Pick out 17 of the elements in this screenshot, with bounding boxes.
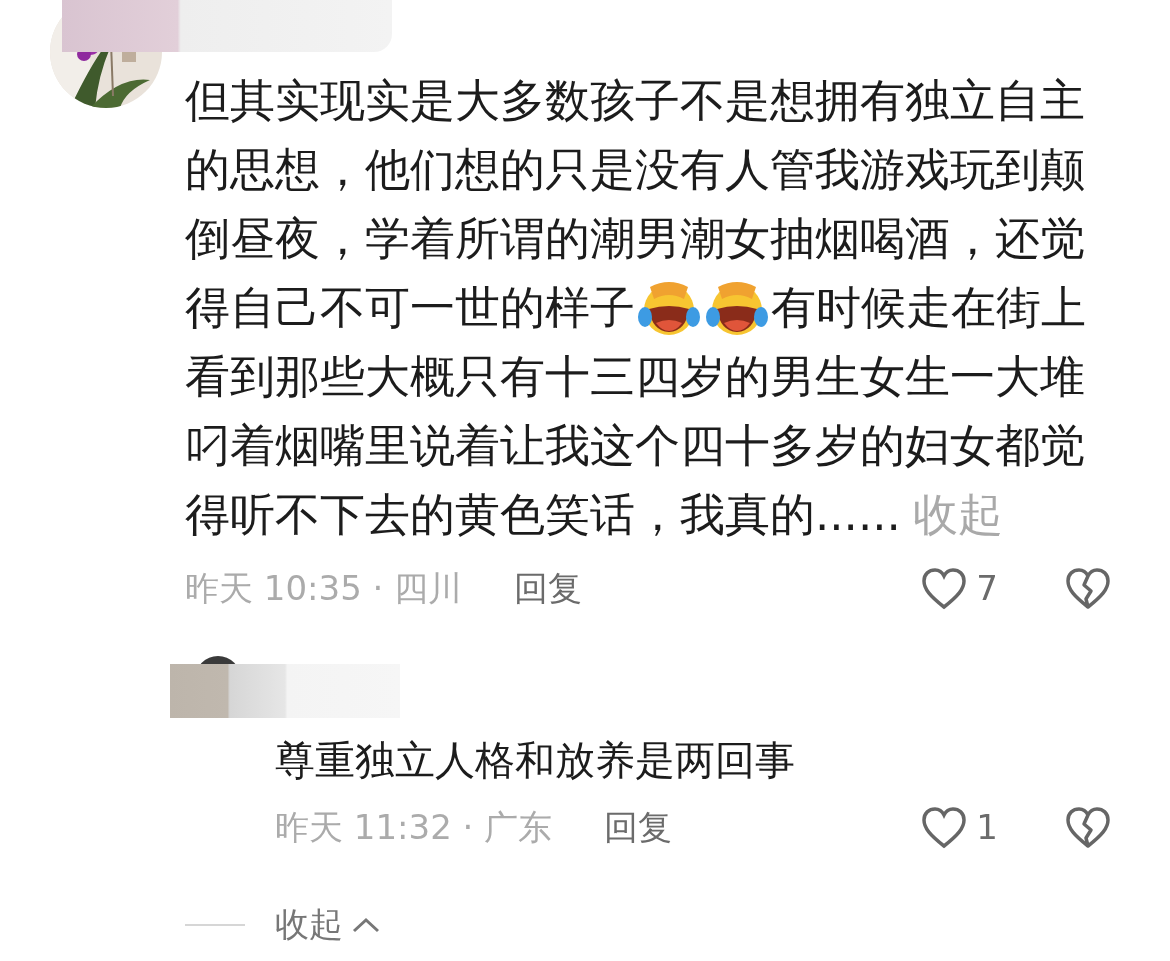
- comment-text: 得自己不可一世的样子: [185, 280, 635, 336]
- like-count: 1: [976, 806, 998, 849]
- reply-text: 尊重独立人格和放养是两回事: [274, 736, 796, 785]
- broken-heart-icon[interactable]: [1064, 566, 1112, 611]
- comment-time: 昨天 11:32 · 广东: [275, 806, 553, 849]
- reply-link[interactable]: 回复: [514, 563, 583, 614]
- like-count: 7: [976, 567, 998, 610]
- comment-text: 看到那些大概只有十三四岁的男生女生一大堆叼着烟嘴里说着让我这个四十多岁的妇女都觉: [185, 349, 1086, 474]
- heart-icon[interactable]: [920, 566, 969, 611]
- collapse-link[interactable]: 收起: [275, 899, 343, 950]
- reply-link[interactable]: 回复: [604, 802, 673, 853]
- comment-text: 有时候走在街上: [771, 280, 1086, 336]
- comment-time: 昨天 10:35 · 四川: [185, 567, 463, 610]
- comment-text: 得听不下去的黄色笑话，我真的......: [185, 487, 901, 543]
- heart-icon[interactable]: [920, 805, 969, 850]
- comment-text: 但其实现实是大多数孩子不是想拥有独立自主的思想，他们想的只是没有人管我游戏玩到颠倒昼夜，学着所谓的潮男潮女抽烟喝酒，还觉: [185, 73, 1086, 267]
- broken-heart-icon[interactable]: [1064, 805, 1112, 850]
